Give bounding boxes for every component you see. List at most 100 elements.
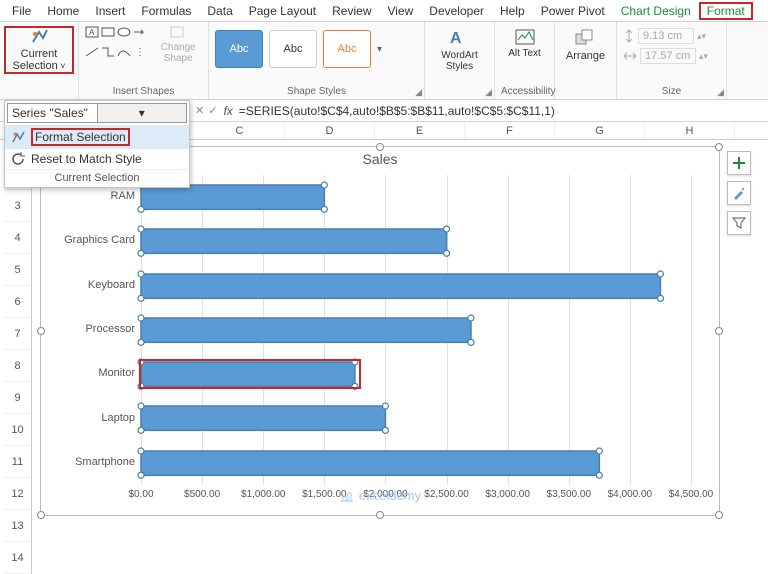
row-13[interactable]: 13	[4, 510, 31, 542]
enter-icon[interactable]: ✓	[208, 104, 217, 117]
style-preset-2[interactable]: Abc	[269, 30, 317, 68]
row-10[interactable]: 10	[4, 414, 31, 446]
row-4[interactable]: 4	[4, 222, 31, 254]
x-tick-label: $2,500.00	[424, 489, 469, 500]
reset-to-match-style-item[interactable]: Reset to Match Style	[5, 149, 189, 169]
style-preset-1[interactable]: Abc	[215, 30, 263, 68]
formula-input[interactable]: =SERIES(auto!$C$4,auto!$B$5:$B$11,auto!$…	[239, 104, 555, 118]
group-insert-shapes: Insert Shapes	[85, 84, 202, 97]
ribbon: Current Selection A ⋮ Change Shape Inser…	[0, 22, 768, 100]
chart-styles-button[interactable]	[727, 181, 751, 205]
change-shape-button: Change Shape	[154, 24, 202, 64]
tab-view[interactable]: View	[380, 2, 422, 20]
tab-power-pivot[interactable]: Power Pivot	[533, 2, 613, 20]
chart-object[interactable]: Sales $0.00$500.00$1,000.00$1,500.00$2,0…	[40, 146, 720, 516]
width-field: 17.57 cm▴▾	[623, 48, 720, 64]
elbow-icon	[101, 46, 115, 58]
x-tick-label: $500.00	[184, 489, 220, 500]
x-tick-label: $4,500.00	[669, 489, 714, 500]
col-g[interactable]: G	[555, 122, 645, 139]
col-f[interactable]: F	[465, 122, 555, 139]
gridline	[569, 175, 570, 485]
row-6[interactable]: 6	[4, 286, 31, 318]
alt-text-icon	[514, 28, 536, 46]
row-headers: 1 2 3 4 5 6 7 8 9 10 11 12 13 14	[4, 140, 32, 574]
row-9[interactable]: 9	[4, 382, 31, 414]
tab-data[interactable]: Data	[199, 2, 240, 20]
row-3[interactable]: 3	[4, 190, 31, 222]
height-icon	[623, 29, 635, 43]
row-5[interactable]: 5	[4, 254, 31, 286]
tab-insert[interactable]: Insert	[87, 2, 133, 20]
category-label: RAM	[45, 190, 135, 202]
row-14[interactable]: 14	[4, 542, 31, 574]
current-selection-label: Current Selection	[12, 48, 65, 72]
reset-icon	[11, 152, 25, 166]
current-selection-button[interactable]: Current Selection	[4, 26, 74, 74]
menu-tabs: File Home Insert Formulas Data Page Layo…	[0, 0, 768, 22]
rect-icon	[101, 26, 115, 38]
tab-home[interactable]: Home	[39, 2, 87, 20]
col-i[interactable]: I	[735, 122, 768, 139]
tab-page-layout[interactable]: Page Layout	[241, 2, 324, 20]
col-c[interactable]: C	[195, 122, 285, 139]
category-label: Monitor	[45, 367, 135, 379]
cancel-icon[interactable]: ✕	[195, 104, 204, 117]
wordart-dialog-icon[interactable]: ◢	[485, 87, 492, 98]
tab-review[interactable]: Review	[324, 2, 379, 20]
tab-format[interactable]: Format	[699, 2, 753, 20]
row-11[interactable]: 11	[4, 446, 31, 478]
shape-styles-gallery[interactable]: Abc Abc Abc ▾	[215, 24, 418, 68]
category-label: Processor	[45, 323, 135, 335]
size-dialog-icon[interactable]: ◢	[717, 87, 724, 98]
wordart-styles-button[interactable]: A WordArt Styles	[431, 24, 488, 72]
chart-elements-button[interactable]	[727, 151, 751, 175]
format-selection-item[interactable]: Format Selection	[5, 125, 189, 149]
chart-element-combo[interactable]: Series "Sales"▾	[7, 103, 187, 123]
line-icon	[85, 46, 99, 58]
tab-chart-design[interactable]: Chart Design	[613, 2, 699, 20]
group-accessibility: Accessibility	[501, 84, 548, 97]
gridline	[508, 175, 509, 485]
svg-text:A: A	[450, 30, 462, 47]
col-h[interactable]: H	[645, 122, 735, 139]
shapes-gallery[interactable]: A ⋮	[85, 24, 152, 64]
gridline	[630, 175, 631, 485]
plot-area[interactable]: $0.00$500.00$1,000.00$1,500.00$2,000.00$…	[141, 175, 691, 485]
chart-filters-button[interactable]	[727, 211, 751, 235]
data-bar[interactable]	[138, 226, 450, 256]
tab-formulas[interactable]: Formulas	[133, 2, 199, 20]
current-selection-panel: Series "Sales"▾ Format Selection Reset t…	[4, 100, 190, 188]
more-icon: ⋮	[133, 46, 147, 58]
tab-developer[interactable]: Developer	[421, 2, 492, 20]
category-label: Graphics Card	[45, 234, 135, 246]
style-preset-3[interactable]: Abc	[323, 30, 371, 68]
chevron-down-icon[interactable]: ▾	[97, 104, 187, 122]
freeform-icon	[117, 46, 131, 58]
arrow-icon	[133, 26, 147, 38]
row-7[interactable]: 7	[4, 318, 31, 350]
svg-text:A: A	[89, 28, 95, 37]
fx-label[interactable]: fx	[223, 104, 232, 118]
alt-text-button[interactable]: Alt Text	[501, 24, 548, 59]
tab-help[interactable]: Help	[492, 2, 533, 20]
tab-file[interactable]: File	[4, 2, 39, 20]
arrange-button[interactable]: Arrange	[561, 24, 610, 62]
row-8[interactable]: 8	[4, 350, 31, 382]
gallery-more-icon[interactable]: ▾	[377, 44, 382, 55]
data-bar[interactable]	[138, 448, 602, 478]
row-12[interactable]: 12	[4, 478, 31, 510]
category-label: Laptop	[45, 412, 135, 424]
watermark-icon	[339, 489, 355, 503]
shape-styles-dialog-icon[interactable]: ◢	[415, 87, 422, 98]
oval-icon	[117, 26, 131, 38]
col-e[interactable]: E	[375, 122, 465, 139]
data-bar[interactable]	[138, 315, 474, 345]
col-d[interactable]: D	[285, 122, 375, 139]
data-bar[interactable]	[138, 271, 663, 301]
data-bar[interactable]	[138, 403, 388, 433]
svg-text:⋮: ⋮	[135, 47, 145, 58]
watermark: exceldemy	[339, 488, 421, 503]
format-selection-icon	[11, 130, 25, 144]
textbox-icon: A	[85, 26, 99, 38]
